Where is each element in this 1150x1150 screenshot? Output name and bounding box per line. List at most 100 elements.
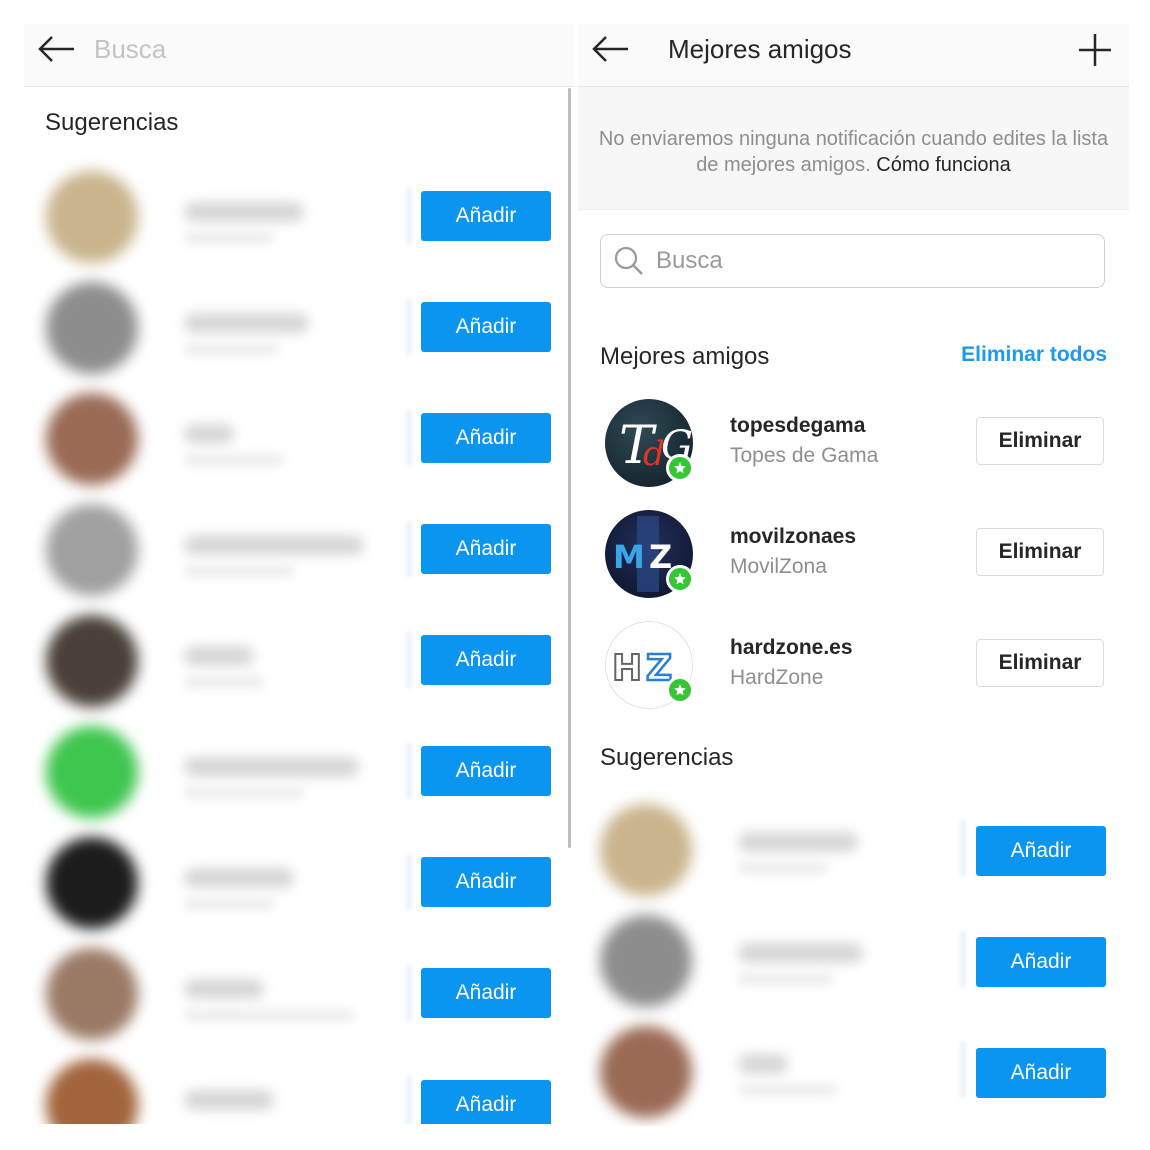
add-button[interactable]: Añadir bbox=[976, 937, 1106, 987]
avatar bbox=[46, 1059, 138, 1124]
add-button[interactable]: Añadir bbox=[421, 857, 551, 907]
plus-icon[interactable] bbox=[1075, 30, 1115, 70]
blurred-username bbox=[184, 313, 309, 333]
avatar bbox=[600, 1026, 692, 1118]
search-icon bbox=[613, 245, 645, 282]
blurred-fullname bbox=[184, 676, 264, 688]
avatar bbox=[46, 948, 138, 1040]
add-button[interactable]: Añadir bbox=[421, 1080, 551, 1124]
search-input[interactable]: Busca bbox=[94, 34, 166, 65]
list-item: Añadir bbox=[578, 1018, 1129, 1126]
blurred-fullname bbox=[184, 565, 294, 577]
divider bbox=[960, 820, 966, 876]
blurred-fullname bbox=[184, 454, 284, 466]
divider bbox=[960, 1042, 966, 1098]
list-item: Añadir bbox=[24, 721, 574, 832]
notice-text: No enviaremos ninguna notificación cuand… bbox=[598, 126, 1109, 178]
add-button[interactable]: Añadir bbox=[421, 635, 551, 685]
blurred-fullname bbox=[738, 862, 828, 874]
avatar bbox=[46, 171, 138, 263]
remove-button[interactable]: Eliminar bbox=[976, 528, 1104, 576]
add-button[interactable]: Añadir bbox=[421, 302, 551, 352]
divider bbox=[406, 632, 412, 688]
blurred-fullname bbox=[184, 343, 279, 355]
friend-row: M Z movilzonaes MovilZona Eliminar bbox=[578, 510, 1129, 621]
blurred-username bbox=[184, 535, 364, 555]
list-item: Añadir bbox=[24, 388, 574, 499]
friend-fullname: HardZone bbox=[730, 666, 824, 689]
list-item: Añadir bbox=[24, 277, 574, 388]
divider bbox=[406, 521, 412, 577]
divider bbox=[406, 743, 412, 799]
list-item: Añadir bbox=[578, 796, 1129, 907]
list-item: Añadir bbox=[578, 907, 1129, 1018]
search-placeholder: Busca bbox=[656, 247, 723, 274]
list-item: Añadir bbox=[24, 166, 574, 277]
list-item: Añadir bbox=[24, 943, 574, 1054]
avatar bbox=[46, 837, 138, 929]
add-button[interactable]: Añadir bbox=[976, 826, 1106, 876]
list-item: Añadir bbox=[24, 610, 574, 721]
blurred-username bbox=[184, 868, 294, 888]
avatar bbox=[600, 915, 692, 1007]
section-title-best-friends: Mejores amigos bbox=[600, 343, 770, 370]
remove-button[interactable]: Eliminar bbox=[976, 417, 1104, 465]
blurred-fullname bbox=[184, 1009, 354, 1021]
friend-row: H Z hardzone.es HardZone Eliminar bbox=[578, 621, 1129, 732]
add-button[interactable]: Añadir bbox=[421, 524, 551, 574]
back-arrow-icon[interactable] bbox=[24, 24, 84, 74]
blurred-username bbox=[184, 757, 359, 777]
blurred-username bbox=[184, 1090, 274, 1110]
star-icon bbox=[666, 565, 694, 593]
notice-message: No enviaremos ninguna notificación cuand… bbox=[598, 128, 1109, 176]
how-it-works-link[interactable]: Cómo funciona bbox=[876, 154, 1011, 176]
blurred-username bbox=[184, 424, 234, 444]
friend-fullname: Topes de Gama bbox=[730, 444, 879, 467]
best-friends-screen: Mejores amigos No enviaremos ninguna not… bbox=[578, 24, 1129, 1126]
blurred-username bbox=[184, 646, 254, 666]
divider bbox=[406, 965, 412, 1021]
list-item: Añadir bbox=[24, 832, 574, 943]
list-item: Añadir bbox=[24, 499, 574, 610]
remove-button[interactable]: Eliminar bbox=[976, 639, 1104, 687]
friend-username[interactable]: movilzonaes bbox=[730, 525, 856, 549]
divider bbox=[406, 1076, 412, 1124]
divider bbox=[406, 299, 412, 355]
friend-username[interactable]: topesdegama bbox=[730, 414, 865, 438]
divider bbox=[406, 188, 412, 244]
avatar bbox=[46, 282, 138, 374]
divider bbox=[406, 410, 412, 466]
section-title-suggestions: Sugerencias bbox=[45, 109, 179, 136]
add-button[interactable]: Añadir bbox=[421, 968, 551, 1018]
blurred-username bbox=[738, 943, 863, 963]
blurred-username bbox=[738, 1054, 788, 1074]
add-button[interactable]: Añadir bbox=[421, 191, 551, 241]
star-icon bbox=[666, 676, 694, 704]
back-arrow-icon[interactable] bbox=[578, 24, 638, 74]
avatar bbox=[600, 804, 692, 896]
suggestions-screen: Busca Sugerencias Añadir Añadir Añadir A… bbox=[24, 24, 574, 1124]
svg-text:H: H bbox=[612, 648, 642, 689]
blurred-fullname bbox=[184, 232, 274, 244]
friend-username[interactable]: hardzone.es bbox=[730, 636, 853, 660]
blurred-username bbox=[184, 202, 304, 222]
blurred-fullname bbox=[184, 898, 274, 910]
friend-fullname: MovilZona bbox=[730, 555, 827, 578]
list-item: Añadir bbox=[24, 1054, 574, 1124]
section-title-suggestions: Sugerencias bbox=[600, 744, 734, 771]
search-input[interactable]: Busca bbox=[600, 234, 1105, 288]
star-icon bbox=[666, 454, 694, 482]
blurred-fullname bbox=[738, 973, 833, 985]
blurred-username bbox=[738, 832, 858, 852]
friend-row: T d G topesdegama Topes de Gama Eliminar bbox=[578, 399, 1129, 510]
add-button[interactable]: Añadir bbox=[976, 1048, 1106, 1098]
add-button[interactable]: Añadir bbox=[421, 413, 551, 463]
avatar bbox=[46, 393, 138, 485]
blurred-fullname bbox=[184, 787, 304, 799]
remove-all-button[interactable]: Eliminar todos bbox=[961, 343, 1107, 367]
blurred-fullname bbox=[738, 1084, 838, 1096]
avatar bbox=[46, 504, 138, 596]
add-button[interactable]: Añadir bbox=[421, 746, 551, 796]
blurred-username bbox=[184, 979, 264, 999]
divider bbox=[406, 854, 412, 910]
